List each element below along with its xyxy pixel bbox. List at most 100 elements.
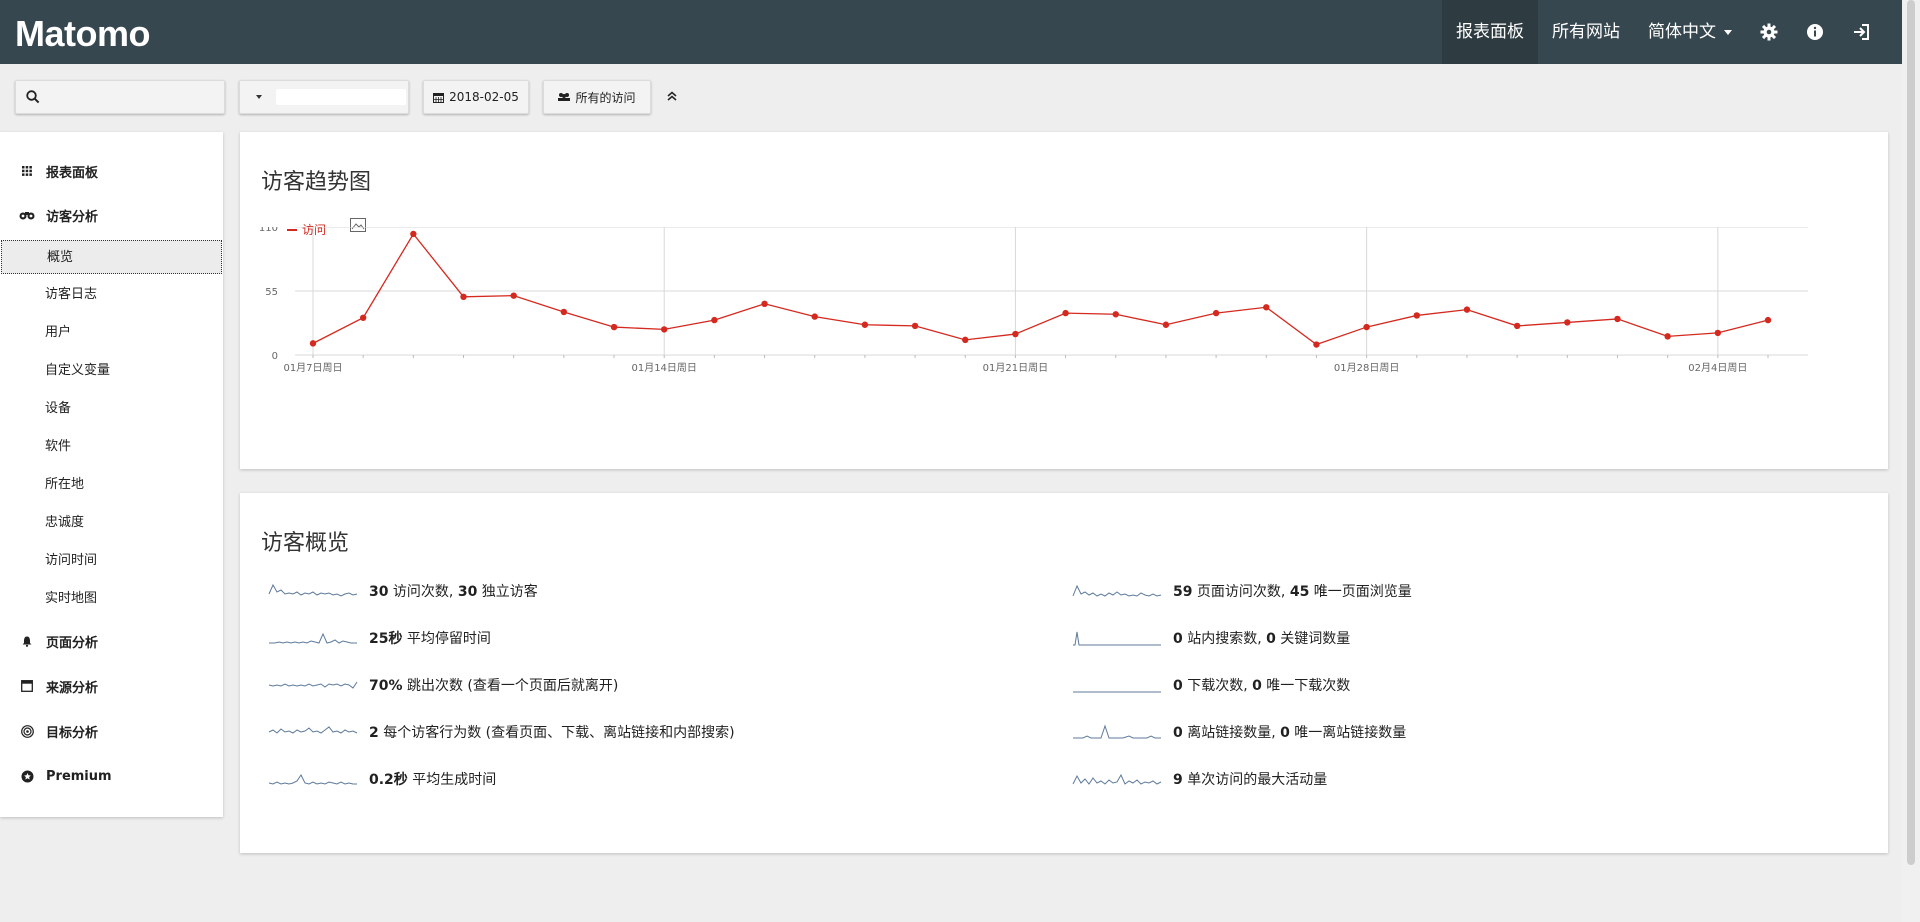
scrollbar-thumb[interactable] <box>1907 0 1915 865</box>
data-point[interactable] <box>1714 329 1722 337</box>
sparkline-icon[interactable] <box>267 675 359 695</box>
sidebar-item-label: 目标分析 <box>46 725 99 741</box>
data-point[interactable] <box>1614 315 1621 323</box>
data-point[interactable] <box>359 314 367 321</box>
stat-value: 0 <box>1173 725 1183 741</box>
data-point[interactable] <box>309 340 317 347</box>
x-tick-label: 01月14日周日 <box>631 362 696 374</box>
x-tick-label: 02月4日周日 <box>1688 362 1747 374</box>
x-tick-label: 01月7日周日 <box>283 362 342 374</box>
data-point[interactable] <box>1162 321 1170 328</box>
overview-row: 2 每个访客行为数 (查看页面、下载、离站链接和内部搜索) <box>267 716 735 748</box>
data-point[interactable] <box>1212 309 1220 317</box>
sidebar-sub-users[interactable]: 用户 <box>0 316 223 350</box>
sidebar-sub-times[interactable]: 访问时间 <box>0 544 223 578</box>
sidebar-sub-devices[interactable]: 设备 <box>0 392 223 426</box>
data-point[interactable] <box>1513 322 1521 330</box>
sidebar-item-dashboard[interactable]: 报表面板 <box>0 156 223 186</box>
data-point[interactable] <box>1112 311 1119 318</box>
sidebar-sub-locations[interactable]: 所在地 <box>0 468 223 502</box>
data-point[interactable] <box>1313 341 1320 348</box>
data-point[interactable] <box>661 326 668 333</box>
stat-label: 页面访问次数, <box>1192 584 1290 600</box>
sidebar-item-visitors[interactable]: 访客分析 <box>0 200 223 230</box>
sparkline-icon[interactable] <box>267 769 359 789</box>
sidebar-sub-custom-variables[interactable]: 自定义变量 <box>0 354 223 388</box>
data-point[interactable] <box>610 323 618 331</box>
data-point[interactable] <box>1664 333 1671 340</box>
site-selector[interactable] <box>239 80 409 114</box>
collapse-toolbar-button[interactable] <box>663 86 681 106</box>
overview-row: 59 页面访问次数, 45 唯一页面浏览量 <box>1071 575 1412 607</box>
card-title: 访客概览 <box>261 531 350 556</box>
sidebar-item-referrers[interactable]: 来源分析 <box>0 671 223 701</box>
stat-value: 2 <box>369 725 379 741</box>
data-point[interactable] <box>460 293 467 301</box>
data-point[interactable] <box>962 336 969 344</box>
stat-value: 0.2秒 <box>369 772 408 788</box>
sparkline-icon[interactable] <box>1071 628 1163 648</box>
stat-value-2: 30 <box>457 584 478 600</box>
sidebar-item-actions[interactable]: 页面分析 <box>0 626 223 656</box>
data-point[interactable] <box>1012 330 1019 338</box>
sign-out-button[interactable] <box>1838 0 1884 64</box>
stat-text: 0 离站链接数量, 0 唯一离站链接数量 <box>1173 722 1406 742</box>
stat-label: 站内搜索数, <box>1182 631 1267 647</box>
stat-text: 0 站内搜索数, 0 关键词数量 <box>1173 628 1350 648</box>
stat-value: 0 <box>1173 631 1183 647</box>
search-box[interactable] <box>15 80 225 114</box>
sidebar-sub-realtime-map[interactable]: 实时地图 <box>0 582 223 616</box>
data-point[interactable] <box>711 316 718 324</box>
overview-row: 0 站内搜索数, 0 关键词数量 <box>1071 622 1350 654</box>
settings-button[interactable] <box>1746 0 1792 64</box>
data-point[interactable] <box>1363 323 1370 331</box>
data-point[interactable] <box>811 313 818 320</box>
sign-out-icon <box>1854 24 1869 40</box>
data-point[interactable] <box>1463 306 1471 313</box>
segment-selector[interactable]: 所有的访问 <box>543 80 651 114</box>
help-button[interactable] <box>1792 0 1838 64</box>
data-point[interactable] <box>761 300 768 307</box>
sidebar-item-goals[interactable]: 目标分析 <box>0 716 223 746</box>
target-icon <box>18 724 36 738</box>
stat-label: 每个访客行为数 (查看页面、下载、离站链接和内部搜索) <box>378 725 735 741</box>
sidebar-sub-software[interactable]: 软件 <box>0 430 223 464</box>
sidebar-sub-overview[interactable]: 概览 <box>1 240 222 274</box>
premium-icon <box>18 770 36 783</box>
sparkline-icon[interactable] <box>1071 769 1163 789</box>
grid-icon <box>18 166 36 176</box>
data-point[interactable] <box>861 321 869 328</box>
sparkline-icon[interactable] <box>1071 581 1163 601</box>
data-point[interactable] <box>911 322 919 330</box>
stat-label: 平均生成时间 <box>407 772 497 788</box>
sidebar-item-premium[interactable]: Premium <box>0 761 223 791</box>
overview-row: 0 离站链接数量, 0 唯一离站链接数量 <box>1071 716 1406 748</box>
sparkline-icon[interactable] <box>267 722 359 742</box>
sparkline-icon[interactable] <box>267 628 359 648</box>
data-point[interactable] <box>1062 309 1069 317</box>
data-point[interactable] <box>560 308 568 316</box>
stat-value-2: 0 <box>1280 725 1290 741</box>
matomo-logo[interactable]: Matomo <box>15 13 151 55</box>
stat-label: 下载次数, <box>1182 678 1253 694</box>
sparkline-icon[interactable] <box>1071 675 1163 695</box>
data-point[interactable] <box>410 230 417 238</box>
data-point[interactable] <box>510 292 517 299</box>
data-point[interactable] <box>1413 312 1420 319</box>
sidebar-sub-engagement[interactable]: 忠诚度 <box>0 506 223 540</box>
bell-icon <box>18 636 36 647</box>
nav-dashboard[interactable]: 报表面板 <box>1442 0 1538 64</box>
data-point[interactable] <box>1263 304 1270 311</box>
sparkline-icon[interactable] <box>1071 722 1163 742</box>
data-point[interactable] <box>1764 316 1772 324</box>
vertical-scrollbar[interactable] <box>1902 0 1920 922</box>
sparkline-icon[interactable] <box>267 581 359 601</box>
stat-text: 59 页面访问次数, 45 唯一页面浏览量 <box>1173 581 1412 601</box>
chevron-down-icon <box>1724 29 1732 35</box>
period-selector[interactable]: 2018-02-05 <box>423 80 529 114</box>
info-icon <box>1807 24 1823 40</box>
nav-language[interactable]: 简体中文 <box>1634 0 1746 64</box>
nav-all-websites[interactable]: 所有网站 <box>1538 0 1634 64</box>
sidebar-sub-visitor-log[interactable]: 访客日志 <box>0 278 223 312</box>
data-point[interactable] <box>1564 319 1571 326</box>
